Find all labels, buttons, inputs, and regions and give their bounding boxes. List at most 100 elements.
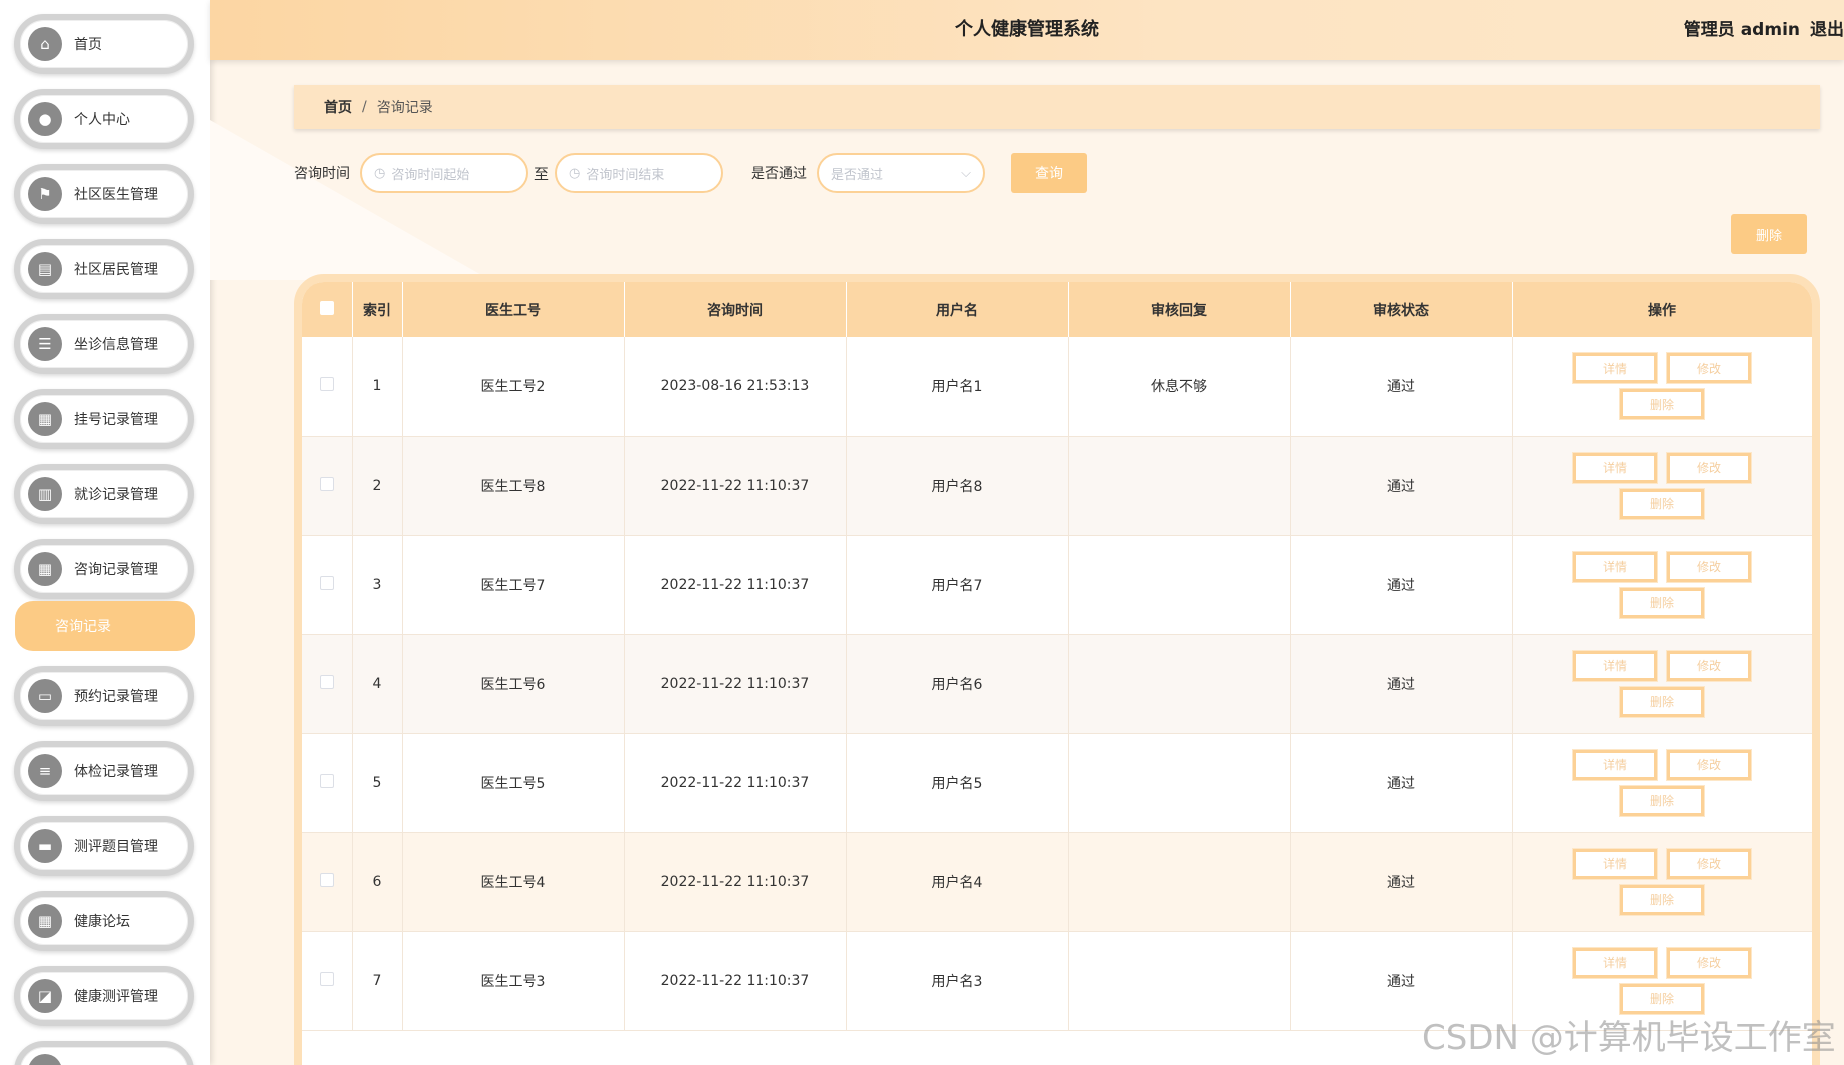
edit-button[interactable]: 修改 bbox=[1667, 551, 1751, 582]
cell-doctor-id: 医生工号8 bbox=[402, 436, 625, 536]
row-actions: 详情 修改删除 bbox=[1572, 749, 1752, 816]
detail-button[interactable]: 详情 bbox=[1573, 353, 1657, 384]
row-checkbox[interactable] bbox=[319, 377, 334, 392]
delete-button[interactable]: 删除 bbox=[1620, 587, 1704, 618]
sidebar-item-registration[interactable]: ▦ 挂号记录管理 bbox=[14, 389, 194, 449]
breadcrumb-home[interactable]: 首页 bbox=[324, 97, 352, 117]
detail-button[interactable]: 详情 bbox=[1573, 947, 1657, 978]
row-checkbox[interactable] bbox=[319, 476, 334, 491]
row-select-cell bbox=[302, 436, 353, 536]
cell-reply: 休息不够 bbox=[1068, 337, 1291, 437]
pass-label: 是否通过 bbox=[751, 166, 808, 182]
actions-cell: 详情 修改删除 bbox=[1512, 337, 1812, 437]
batch-delete-button[interactable]: 删除 bbox=[1731, 214, 1807, 254]
sidebar-item-consultation[interactable]: ▦ 咨询记录管理 bbox=[14, 539, 194, 599]
sidebar-item-doctors[interactable]: ⚑ 社区医生管理 bbox=[14, 164, 194, 224]
table-row: 5 医生工号5 2022-11-22 11:10:37 用户名5 通过 详情 修改 删除 bbox=[302, 733, 1812, 833]
row-checkbox[interactable] bbox=[319, 773, 334, 788]
sidebar-item-profile[interactable]: ● 个人中心 bbox=[14, 89, 194, 149]
sidebar-item-questions[interactable]: ▬ 测评题目管理 bbox=[14, 816, 194, 876]
sidebar-item-label: 坐诊信息管理 bbox=[74, 337, 158, 353]
delete-button[interactable]: 删除 bbox=[1620, 488, 1704, 519]
sidebar-item-label: 挂号记录管理 bbox=[74, 412, 158, 428]
edit-button[interactable]: 修改 bbox=[1667, 353, 1751, 384]
sidebar: ⌂ 首页 ● 个人中心 ⚑ 社区医生管理 ▤ 社区居民管理 ☰ 坐诊信息管理 ▦… bbox=[0, 0, 210, 1065]
sidebar-item-home[interactable]: ⌂ 首页 bbox=[14, 14, 194, 74]
table-row: 2 医生工号8 2022-11-22 11:10:37 用户名8 通过 详情 修改 删除 bbox=[302, 436, 1812, 536]
sidebar-item-forum[interactable]: ▦ 健康论坛 bbox=[14, 891, 194, 951]
cell-index: 7 bbox=[352, 931, 403, 1031]
start-time-input[interactable]: ◷ 咨询时间起始 bbox=[360, 153, 528, 193]
cell-status: 通过 bbox=[1290, 832, 1513, 932]
detail-button[interactable]: 详情 bbox=[1573, 749, 1657, 780]
sidebar-item-label: 社区医生管理 bbox=[74, 187, 158, 203]
delete-button[interactable]: 删除 bbox=[1620, 884, 1704, 915]
sidebar-item-more[interactable] bbox=[14, 1041, 194, 1065]
sidebar-item-label: 健康测评管理 bbox=[74, 989, 158, 1005]
cell-reply bbox=[1068, 535, 1291, 635]
grid-icon: ▦ bbox=[28, 904, 62, 938]
pass-select[interactable]: 是否通过 ⌵ bbox=[817, 153, 986, 193]
admin-label: 管理员 admin bbox=[1683, 20, 1800, 40]
sidebar-item-checkups[interactable]: ≡ 体检记录管理 bbox=[14, 741, 194, 801]
records-table: 索引 医生工号 咨询时间 用户名 审核回复 审核状态 操作 1 医生工号2 2023… bbox=[294, 274, 1820, 1065]
delete-button[interactable]: 删除 bbox=[1620, 389, 1704, 420]
cell-reply bbox=[1068, 931, 1291, 1031]
flag-icon: ⚑ bbox=[28, 177, 62, 211]
table-row: 6 医生工号4 2022-11-22 11:10:37 用户名4 通过 详情 修改 删除 bbox=[302, 832, 1812, 932]
sidebar-item-visits[interactable]: ▥ 就诊记录管理 bbox=[14, 464, 194, 524]
sidebar-item-clinic-info[interactable]: ☰ 坐诊信息管理 bbox=[14, 314, 194, 374]
cell-time: 2022-11-22 11:10:37 bbox=[624, 832, 847, 932]
cell-time: 2022-11-22 11:10:37 bbox=[624, 733, 847, 833]
sidebar-subitem-consultation-records[interactable]: 咨询记录 bbox=[15, 601, 195, 651]
chevron-down-icon: ⌵ bbox=[961, 165, 972, 181]
delete-button[interactable]: 删除 bbox=[1620, 983, 1704, 1014]
cell-status: 通过 bbox=[1290, 634, 1513, 734]
cell-user: 用户名4 bbox=[846, 832, 1069, 932]
detail-button[interactable]: 详情 bbox=[1573, 650, 1657, 681]
select-all-checkbox[interactable] bbox=[319, 300, 334, 315]
query-button[interactable]: 查询 bbox=[1011, 153, 1088, 193]
sidebar-item-residents[interactable]: ▤ 社区居民管理 bbox=[14, 239, 194, 299]
row-checkbox[interactable] bbox=[319, 674, 334, 689]
pass-select-placeholder: 是否通过 bbox=[831, 167, 884, 183]
end-time-input[interactable]: ◷ 咨询时间结束 bbox=[555, 153, 724, 193]
actions-cell: 详情 修改删除 bbox=[1512, 634, 1812, 734]
search-bar: 咨询时间 ◷ 咨询时间起始 至 ◷ 咨询时间结束 是否通过 是否通过 ⌵ 查询 bbox=[294, 152, 1088, 194]
row-checkbox[interactable] bbox=[319, 872, 334, 887]
detail-button[interactable]: 详情 bbox=[1573, 452, 1657, 483]
detail-button[interactable]: 详情 bbox=[1573, 551, 1657, 582]
cell-doctor-id: 医生工号2 bbox=[402, 337, 625, 437]
cell-reply bbox=[1068, 436, 1291, 536]
edit-button[interactable]: 修改 bbox=[1667, 452, 1751, 483]
top-header: 个人健康管理系统 管理员 admin 退出 bbox=[210, 0, 1844, 60]
cell-user: 用户名8 bbox=[846, 436, 1069, 536]
actions-cell: 详情 修改删除 bbox=[1512, 436, 1812, 536]
delete-button[interactable]: 删除 bbox=[1620, 686, 1704, 717]
grid-icon: ▦ bbox=[28, 552, 62, 586]
actions-cell: 详情 修改删除 bbox=[1512, 832, 1812, 932]
tablet-icon: ▬ bbox=[28, 829, 62, 863]
edit-button[interactable]: 修改 bbox=[1667, 848, 1751, 879]
cell-doctor-id: 医生工号5 bbox=[402, 733, 625, 833]
cell-reply bbox=[1068, 832, 1291, 932]
grid-icon: ▦ bbox=[28, 402, 62, 436]
sidebar-item-appointments[interactable]: ▭ 预约记录管理 bbox=[14, 666, 194, 726]
sidebar-item-assessment[interactable]: ◪ 健康测评管理 bbox=[14, 966, 194, 1026]
sidebar-item-label: 就诊记录管理 bbox=[74, 487, 158, 503]
delete-button[interactable]: 删除 bbox=[1620, 785, 1704, 816]
row-checkbox[interactable] bbox=[319, 971, 334, 986]
breadcrumb: 首页 / 咨询记录 bbox=[294, 85, 1820, 129]
detail-button[interactable]: 详情 bbox=[1573, 848, 1657, 879]
row-actions: 详情 修改删除 bbox=[1572, 947, 1752, 1014]
cell-index: 1 bbox=[352, 337, 403, 437]
edit-button[interactable]: 修改 bbox=[1667, 749, 1751, 780]
row-actions: 详情 修改删除 bbox=[1572, 353, 1752, 420]
edit-button[interactable]: 修改 bbox=[1667, 947, 1751, 978]
document-icon: ▤ bbox=[28, 252, 62, 286]
table-header-row: 索引 医生工号 咨询时间 用户名 审核回复 审核状态 操作 bbox=[302, 282, 1812, 337]
logout-link[interactable]: 退出 bbox=[1810, 20, 1844, 40]
edit-button[interactable]: 修改 bbox=[1667, 650, 1751, 681]
book-icon: ▥ bbox=[28, 477, 62, 511]
row-checkbox[interactable] bbox=[319, 575, 334, 590]
